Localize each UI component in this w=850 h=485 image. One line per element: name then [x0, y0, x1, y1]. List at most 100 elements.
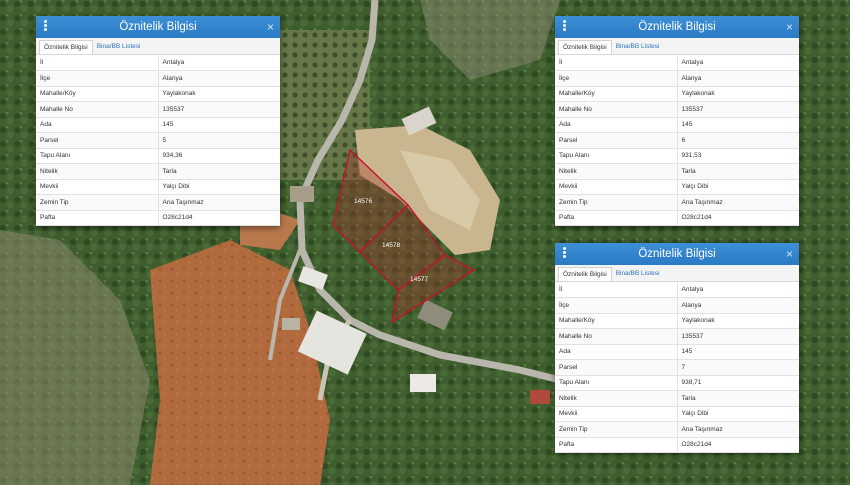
tab-building-list[interactable]: Bina/BB Listesi: [93, 40, 145, 54]
attr-key: Tapu Alanı: [555, 375, 678, 391]
attr-value: Yalçı Dibi: [158, 179, 280, 195]
table-row: Pafta O28c21d4: [555, 437, 799, 453]
attr-value: Tarla: [158, 163, 280, 180]
table-row: Ada 145: [36, 117, 280, 133]
table-row: Zemin Tip Ana Taşınmaz: [555, 194, 799, 211]
parcel-label: 14577: [410, 276, 428, 283]
attr-value: O28c21d4: [677, 210, 799, 226]
attr-value: 135537: [677, 101, 799, 118]
attr-key: Mevkii: [36, 179, 159, 195]
parcel-label: 14578: [382, 242, 400, 249]
attr-value: 6: [677, 132, 799, 149]
attr-key: Ada: [555, 344, 678, 360]
table-row: Mevkii Yalçı Dibi: [555, 179, 799, 195]
attr-key: İl: [555, 55, 678, 71]
attr-key: Mahalle/Köy: [555, 86, 678, 102]
table-row: Pafta O28c21d4: [555, 210, 799, 226]
attr-value: Yaylakonak: [677, 86, 799, 102]
table-row: Pafta O28c21d4: [36, 210, 280, 226]
attr-key: İl: [555, 282, 678, 298]
attr-value: Ana Taşınmaz: [677, 421, 799, 438]
table-row: Parsel 7: [555, 359, 799, 376]
table-row: İlçe Alanya: [555, 297, 799, 314]
attr-key: İlçe: [36, 70, 159, 87]
table-row: Nitelik Tarla: [36, 163, 280, 180]
attr-key: İlçe: [555, 297, 678, 314]
table-row: İlçe Alanya: [555, 70, 799, 87]
panel-header[interactable]: Öznitelik Bilgisi ×: [555, 16, 799, 38]
panel-header[interactable]: Öznitelik Bilgisi ×: [555, 243, 799, 265]
panel-title: Öznitelik Bilgisi: [638, 21, 716, 33]
table-row: Tapu Alanı 934,36: [36, 148, 280, 164]
attr-key: Mahalle No: [555, 101, 678, 118]
kebab-menu-icon[interactable]: [561, 20, 567, 34]
attr-value: Antalya: [158, 55, 280, 71]
attr-value: Alanya: [158, 70, 280, 87]
panel-tabs: Öznitelik Bilgisi Bina/BB Listesi: [36, 38, 280, 55]
attr-key: Mahalle/Köy: [36, 86, 159, 102]
table-row: Ada 145: [555, 344, 799, 360]
kebab-menu-icon[interactable]: [42, 20, 48, 34]
table-row: Mahalle/Köy Yaylakonak: [36, 86, 280, 102]
tab-building-list[interactable]: Bina/BB Listesi: [612, 40, 664, 54]
attr-value: 135537: [677, 328, 799, 345]
attr-key: Zemin Tip: [36, 194, 159, 211]
attr-value: Ana Taşınmaz: [158, 194, 280, 211]
attr-key: Mahalle No: [555, 328, 678, 345]
attr-key: Tapu Alanı: [36, 148, 159, 164]
attr-value: 5: [158, 132, 280, 149]
attr-key: Zemin Tip: [555, 421, 678, 438]
attr-value: 938,71: [677, 375, 799, 391]
attr-value: 145: [677, 117, 799, 133]
table-row: İlçe Alanya: [36, 70, 280, 87]
attr-key: Ada: [36, 117, 159, 133]
table-row: Tapu Alanı 938,71: [555, 375, 799, 391]
close-icon[interactable]: ×: [267, 16, 274, 38]
tab-building-list[interactable]: Bina/BB Listesi: [612, 267, 664, 281]
attr-value: Yaylakonak: [677, 313, 799, 329]
table-row: Zemin Tip Ana Taşınmaz: [555, 421, 799, 438]
attr-key: İl: [36, 55, 159, 71]
attr-value: 934,36: [158, 148, 280, 164]
attr-value: 931,53: [677, 148, 799, 164]
attr-key: Pafta: [555, 210, 678, 226]
table-row: Mevkii Yalçı Dibi: [555, 406, 799, 422]
table-row: Mevkii Yalçı Dibi: [36, 179, 280, 195]
attr-value: Tarla: [677, 163, 799, 180]
attr-key: Pafta: [36, 210, 159, 226]
close-icon[interactable]: ×: [786, 243, 793, 265]
attribute-table: İl Antalya İlçe Alanya Mahalle/Köy Yaylakon…: [555, 282, 799, 453]
table-row: İl Antalya: [555, 55, 799, 71]
attr-value: O28c21d4: [158, 210, 280, 226]
attr-value: 145: [158, 117, 280, 133]
attr-key: Nitelik: [555, 163, 678, 180]
panel-header[interactable]: Öznitelik Bilgisi ×: [36, 16, 280, 38]
table-row: Parsel 5: [36, 132, 280, 149]
close-icon[interactable]: ×: [786, 16, 793, 38]
tab-attribute-info[interactable]: Öznitelik Bilgisi: [558, 40, 612, 54]
kebab-menu-icon[interactable]: [561, 247, 567, 261]
attribute-table: İl Antalya İlçe Alanya Mahalle/Köy Yaylakon…: [555, 55, 799, 226]
table-row: Mahalle No 135537: [555, 101, 799, 118]
attr-value: 7: [677, 359, 799, 376]
attr-key: Mahalle No: [36, 101, 159, 118]
attr-key: Mevkii: [555, 179, 678, 195]
table-row: Tapu Alanı 931,53: [555, 148, 799, 164]
attr-value: Alanya: [677, 297, 799, 314]
attr-value: Yaylakonak: [158, 86, 280, 102]
table-row: Mahalle/Köy Yaylakonak: [555, 86, 799, 102]
attr-value: Yalçı Dibi: [677, 406, 799, 422]
attribute-panel-parcel-7: Öznitelik Bilgisi × Öznitelik Bilgisi Bi…: [555, 243, 799, 453]
attr-key: Nitelik: [555, 390, 678, 407]
panel-title: Öznitelik Bilgisi: [638, 248, 716, 260]
attr-key: Pafta: [555, 437, 678, 453]
attr-value: 135537: [158, 101, 280, 118]
attr-key: Mevkii: [555, 406, 678, 422]
table-row: Ada 145: [555, 117, 799, 133]
attr-value: Antalya: [677, 282, 799, 298]
attr-key: Nitelik: [36, 163, 159, 180]
tab-attribute-info[interactable]: Öznitelik Bilgisi: [558, 267, 612, 281]
table-row: İl Antalya: [555, 282, 799, 298]
tab-attribute-info[interactable]: Öznitelik Bilgisi: [39, 40, 93, 54]
table-row: Zemin Tip Ana Taşınmaz: [36, 194, 280, 211]
